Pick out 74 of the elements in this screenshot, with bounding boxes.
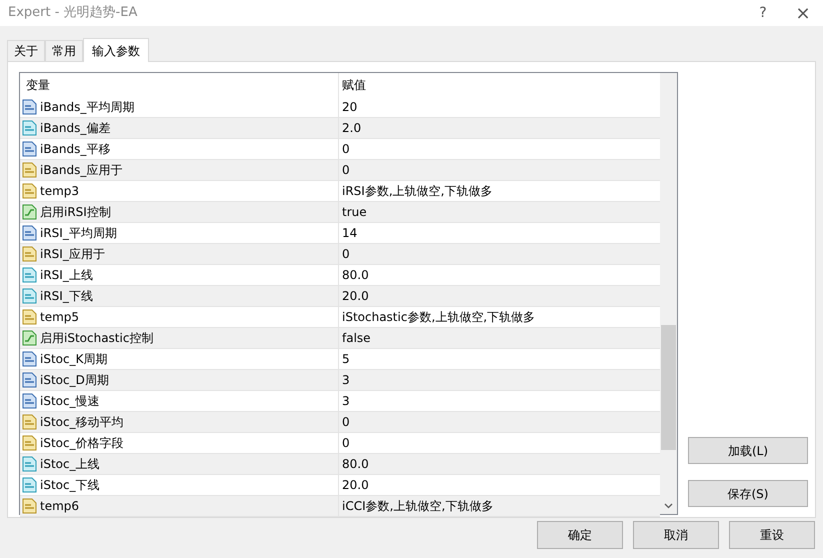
table-cell-text: 3 (342, 372, 350, 389)
table-cell-text: iRSI_下线 (40, 288, 93, 305)
file-icon (22, 120, 37, 136)
dialog-button[interactable]: 取消 (633, 521, 719, 549)
table-cell-text: iBands_平均周期 (40, 99, 134, 116)
table-cell-text: iBands_应用于 (40, 162, 122, 179)
table-cell-text: iRSI_上线 (40, 267, 93, 284)
table-cell-text: temp3 (40, 183, 80, 200)
table-cell-text: iStoc_上线 (40, 456, 100, 473)
table-cell-text: 80.0 (342, 267, 369, 284)
table-cell-text: 0 (342, 162, 350, 179)
table-cell-text: iRSI_应用于 (40, 246, 105, 263)
file-icon (22, 288, 37, 304)
table-cell-text: 3 (342, 393, 350, 410)
table-cell-text: iStoc_慢速 (40, 393, 100, 410)
file-icon (22, 267, 37, 283)
file-icon (22, 162, 37, 178)
table-cell-text: 80.0 (342, 456, 369, 473)
file-icon (22, 372, 37, 388)
scrollbar-thumb[interactable] (661, 325, 676, 450)
file-icon (22, 225, 37, 241)
tab[interactable]: 常用 (45, 40, 83, 61)
side-button[interactable]: 加载(L) (688, 437, 808, 464)
table-cell-text: 启用iRSI控制 (40, 204, 111, 221)
table-cell-text: 0 (342, 246, 350, 263)
help-button[interactable]: ? (743, 0, 783, 26)
file-icon (22, 204, 37, 220)
table-cell-text: iStochastic参数,上轨做空,下轨做多 (342, 309, 536, 326)
dialog-button[interactable]: 确定 (537, 521, 623, 549)
table-cell-text: 0 (342, 414, 350, 431)
file-icon (22, 435, 37, 451)
table-cell-text: iRSI_平均周期 (40, 225, 117, 242)
table-cell-text: 20.0 (342, 477, 369, 494)
table-cell-text: iStoc_D周期 (40, 372, 109, 389)
table-cell-text: temp6 (40, 498, 80, 515)
file-icon (22, 99, 37, 115)
file-icon (22, 246, 37, 262)
table-cell-text: iBands_平移 (40, 141, 110, 158)
side-button[interactable]: 保存(S) (688, 480, 808, 507)
table-cell-text: iStoc_下线 (40, 477, 100, 494)
table-cell-text: iStoc_价格字段 (40, 435, 124, 452)
file-icon (22, 477, 37, 493)
table-cell-text: 启用iStochastic控制 (40, 330, 154, 347)
chevron-down-icon[interactable] (664, 503, 673, 509)
file-icon (22, 498, 37, 514)
table-cell-text: false (342, 330, 371, 347)
table-cell-text: temp5 (40, 309, 80, 326)
table-cell-text: iStoc_移动平均 (40, 414, 124, 431)
table-cell-text: 2.0 (342, 120, 362, 137)
table-cell-text: 20 (342, 99, 358, 116)
file-icon (22, 330, 37, 346)
window-title: Expert - 光明趋势-EA (8, 4, 138, 22)
file-icon (22, 414, 37, 430)
file-icon (22, 456, 37, 472)
table-cell-text: iStoc_K周期 (40, 351, 108, 368)
file-icon (22, 183, 37, 199)
file-icon (22, 393, 37, 409)
dialog-button[interactable]: 重设 (729, 521, 815, 549)
table-cell-text: iCCI参数,上轨做空,下轨做多 (342, 498, 494, 515)
tab[interactable]: 关于 (7, 40, 45, 61)
table-cell-text: iBands_偏差 (40, 120, 110, 137)
file-icon (22, 309, 37, 325)
tab[interactable]: 输入参数 (83, 38, 149, 62)
close-button[interactable]: × (783, 0, 823, 26)
table-cell-text: 0 (342, 435, 350, 452)
file-icon (22, 141, 37, 157)
table-cell-text: 14 (342, 225, 358, 242)
table-cell-text: 0 (342, 141, 350, 158)
table-cell-text: iRSI参数,上轨做空,下轨做多 (342, 183, 492, 200)
scrollbar[interactable] (660, 73, 677, 514)
file-icon (22, 351, 37, 367)
table-cell-text: true (342, 204, 367, 221)
table-cell-text: 5 (342, 351, 350, 368)
table-cell-text: 20.0 (342, 288, 369, 305)
